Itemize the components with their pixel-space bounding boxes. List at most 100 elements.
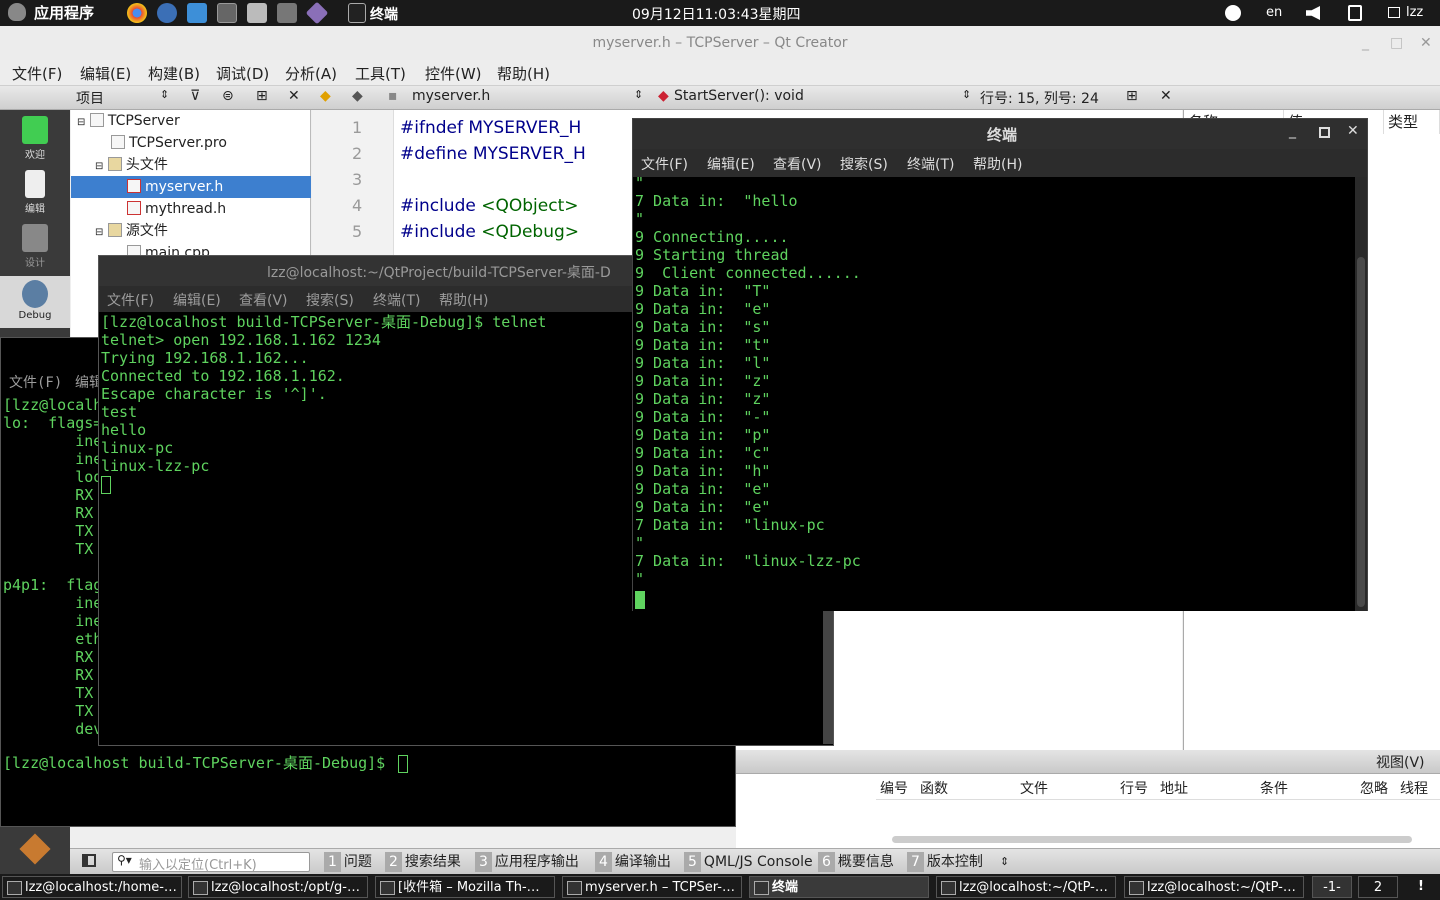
function-selector[interactable]: StartServer(): void bbox=[674, 88, 804, 104]
output-tab-qml-console[interactable]: 5 QML/JS Console bbox=[682, 852, 815, 872]
term-menu-file[interactable]: 文件(F) bbox=[9, 372, 62, 392]
forward-arrow-icon[interactable]: ◆ bbox=[352, 88, 363, 104]
term-menu-file[interactable]: 文件(F) bbox=[641, 154, 688, 174]
tree-item-sources[interactable]: ⊟ 源文件 bbox=[95, 220, 168, 242]
breakpoints-scrollbar[interactable] bbox=[892, 836, 1412, 843]
mode-welcome[interactable]: 欢迎 bbox=[0, 112, 70, 162]
tree-item-headers[interactable]: ⊟ 头文件 bbox=[95, 154, 168, 176]
menu-file[interactable]: 文件(F) bbox=[12, 63, 62, 84]
task-terminal-opt[interactable]: lzz@localhost:/opt/g-… bbox=[188, 876, 368, 898]
term-menu-view[interactable]: 查看(V) bbox=[239, 290, 288, 310]
term-front-titlebar[interactable]: 终端 _ ✕ bbox=[633, 119, 1367, 149]
output-tab-issues[interactable]: 1 问题 bbox=[322, 852, 374, 872]
volume-icon[interactable] bbox=[1306, 6, 1320, 20]
col-function[interactable]: 函数 bbox=[920, 778, 948, 798]
tree-item-mythread-h[interactable]: mythread.h bbox=[127, 198, 226, 220]
col-thread[interactable]: 线程 bbox=[1400, 778, 1428, 798]
close-editor-icon[interactable]: ✕ bbox=[1160, 88, 1172, 104]
collapse-icon[interactable]: ⊟ bbox=[95, 227, 103, 238]
project-selector[interactable]: 项目 bbox=[76, 88, 104, 108]
tree-item-myserver-h[interactable]: myserver.h bbox=[71, 176, 311, 198]
user-chat-icon[interactable] bbox=[1388, 7, 1400, 18]
network-icon[interactable] bbox=[1348, 5, 1362, 21]
output-tab-app-output[interactable]: 3 应用程序输出 bbox=[473, 852, 581, 872]
chrome-launcher-icon[interactable] bbox=[127, 3, 147, 23]
accessibility-icon[interactable] bbox=[1225, 5, 1241, 21]
file-selector-arrows-icon[interactable]: ⇕ bbox=[634, 88, 643, 101]
term-menu-search[interactable]: 搜索(S) bbox=[306, 290, 354, 310]
menu-help[interactable]: 帮助(H) bbox=[497, 63, 550, 84]
task-terminal-active[interactable]: 终端 bbox=[749, 876, 929, 898]
thunderbird-launcher-icon[interactable] bbox=[157, 3, 177, 23]
monitor-launcher-icon[interactable] bbox=[217, 3, 237, 23]
col-file[interactable]: 文件 bbox=[1020, 778, 1048, 798]
workspace-2[interactable]: 2 bbox=[1358, 876, 1398, 898]
open-file-selector[interactable]: myserver.h bbox=[412, 88, 490, 104]
clock[interactable]: 09月12日11:03:43星期四 bbox=[632, 4, 801, 24]
menu-debug[interactable]: 调试(D) bbox=[216, 63, 269, 84]
notification-indicator[interactable]: ! bbox=[1404, 876, 1438, 898]
qtcreator-launcher-icon[interactable] bbox=[305, 1, 329, 25]
function-arrows-icon[interactable]: ⇕ bbox=[962, 88, 971, 101]
mode-debug[interactable]: Debug bbox=[0, 276, 70, 328]
task-terminal-qtproject-2[interactable]: lzz@localhost:~/QtP-… bbox=[1124, 876, 1304, 898]
cursor-position[interactable]: 行号: 15, 列号: 24 bbox=[980, 88, 1099, 108]
menu-edit[interactable]: 编辑(E) bbox=[80, 63, 131, 84]
view-menu[interactable]: 视图(V) bbox=[1376, 752, 1425, 772]
drive-launcher-icon[interactable] bbox=[277, 3, 297, 23]
term-menu-terminal[interactable]: 终端(T) bbox=[373, 290, 420, 310]
close-icon[interactable]: ✕ bbox=[1347, 123, 1359, 139]
close-pane-icon[interactable]: ✕ bbox=[288, 88, 300, 104]
filter-icon[interactable]: ⊽ bbox=[190, 88, 200, 104]
back-arrow-icon[interactable]: ◆ bbox=[320, 88, 331, 104]
terminal-window-server[interactable]: 终端 _ ✕ 文件(F) 编辑(E) 查看(V) 搜索(S) 终端(T) 帮助(… bbox=[632, 118, 1368, 611]
maximize-icon[interactable] bbox=[1319, 127, 1330, 138]
close-icon[interactable]: ✕ bbox=[1420, 26, 1432, 60]
menu-analyze[interactable]: 分析(A) bbox=[285, 63, 337, 84]
term-menu-edit[interactable]: 编辑(E) bbox=[173, 290, 221, 310]
selector-arrows-icon[interactable]: ⇕ bbox=[160, 88, 169, 101]
more-tabs-arrows-icon[interactable]: ⇕ bbox=[998, 852, 1011, 872]
input-language[interactable]: en bbox=[1266, 5, 1282, 20]
active-window-label[interactable]: 终端 bbox=[370, 4, 398, 24]
collapse-icon[interactable]: ⊟ bbox=[77, 117, 85, 128]
col-type[interactable]: 类型 bbox=[1384, 110, 1440, 134]
build-hammer-icon[interactable] bbox=[19, 833, 51, 865]
output-tab-search[interactable]: 2 搜索结果 bbox=[383, 852, 463, 872]
term-menu-help[interactable]: 帮助(H) bbox=[973, 154, 1022, 174]
toggle-sidebar-icon[interactable] bbox=[82, 854, 96, 867]
qt-titlebar[interactable]: myserver.h – TCPServer – Qt Creator _ □ … bbox=[0, 26, 1440, 60]
apps-menu[interactable]: 应用程序 bbox=[8, 2, 94, 23]
maximize-icon[interactable]: □ bbox=[1390, 26, 1403, 60]
term-menu-file[interactable]: 文件(F) bbox=[107, 290, 154, 310]
split-icon[interactable]: ⊞ bbox=[256, 88, 268, 104]
col-address[interactable]: 地址 bbox=[1160, 778, 1188, 798]
col-condition[interactable]: 条件 bbox=[1260, 778, 1288, 798]
term-menu-view[interactable]: 查看(V) bbox=[773, 154, 822, 174]
term-menu-search[interactable]: 搜索(S) bbox=[840, 154, 888, 174]
mode-design[interactable]: 设计 bbox=[0, 220, 70, 270]
menu-build[interactable]: 构建(B) bbox=[148, 63, 200, 84]
col-ignore[interactable]: 忽略 bbox=[1360, 778, 1388, 798]
locator-input[interactable]: ⚲▾ 输入以定位(Ctrl+K) bbox=[112, 852, 310, 873]
tools-launcher-icon[interactable] bbox=[247, 3, 267, 23]
document-launcher-icon[interactable] bbox=[187, 3, 207, 23]
term-front-scrollbar[interactable] bbox=[1355, 177, 1367, 611]
output-tab-general[interactable]: 6 概要信息 bbox=[816, 852, 896, 872]
task-terminal-qtproject-1[interactable]: lzz@localhost:~/QtP-… bbox=[936, 876, 1116, 898]
col-line[interactable]: 行号 bbox=[1120, 778, 1148, 798]
minimize-icon[interactable]: _ bbox=[1362, 26, 1369, 60]
term-menu-help[interactable]: 帮助(H) bbox=[439, 290, 488, 310]
tree-item-pro-file[interactable]: TCPServer.pro bbox=[111, 132, 227, 154]
scrollbar-thumb[interactable] bbox=[1357, 257, 1365, 607]
mode-edit[interactable]: 编辑 bbox=[0, 166, 70, 216]
collapse-icon[interactable]: ⊟ bbox=[95, 161, 103, 172]
term-menu-terminal[interactable]: 终端(T) bbox=[907, 154, 954, 174]
menu-widgets[interactable]: 控件(W) bbox=[425, 63, 482, 84]
split-editor-icon[interactable]: ⊞ bbox=[1126, 88, 1138, 104]
user-name[interactable]: lzz bbox=[1406, 5, 1423, 20]
minimize-icon[interactable]: _ bbox=[1289, 123, 1296, 139]
workspace-1[interactable]: -1- bbox=[1312, 876, 1352, 898]
col-number[interactable]: 编号 bbox=[880, 778, 908, 798]
tree-item-project[interactable]: ⊟ TCPServer bbox=[77, 110, 307, 132]
